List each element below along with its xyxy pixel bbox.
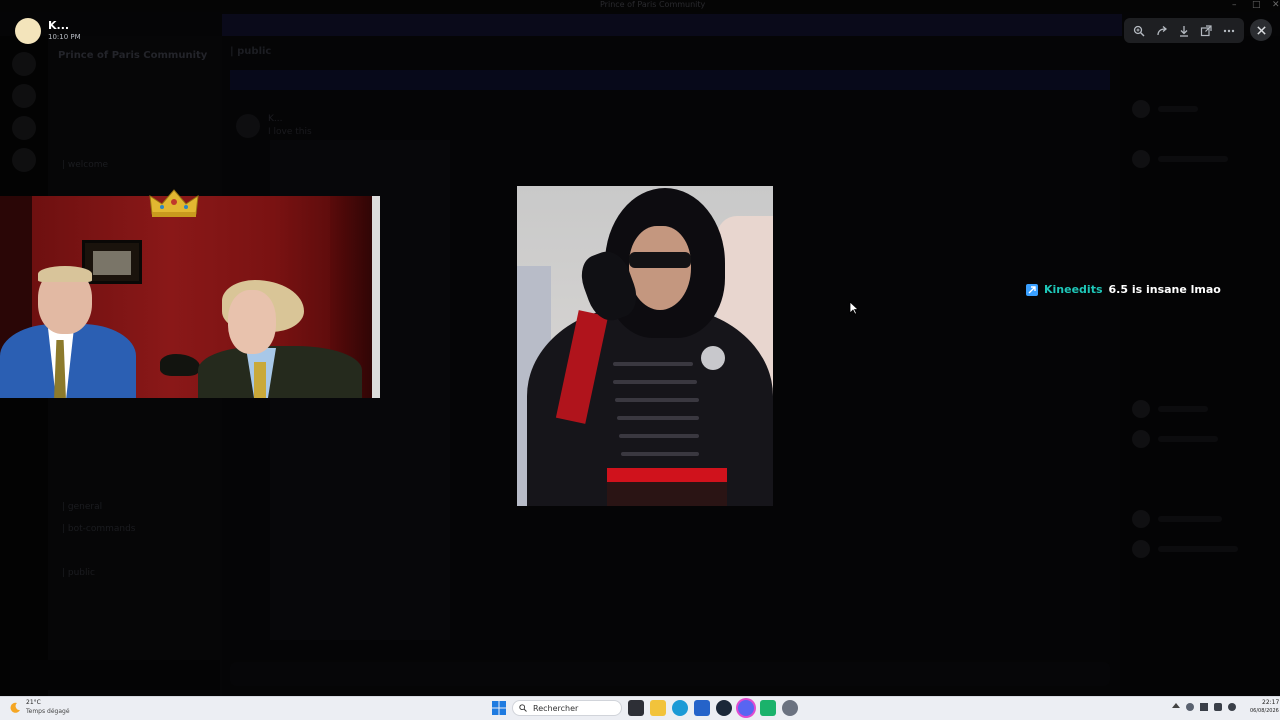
- image-braid: [619, 434, 699, 438]
- steam-icon[interactable]: [716, 700, 732, 716]
- message-composer[interactable]: [230, 662, 1110, 686]
- microphone-icon[interactable]: [1214, 703, 1222, 711]
- image-pants: [607, 482, 727, 506]
- viewer-image[interactable]: [517, 186, 773, 506]
- kick-badge-icon: [1026, 283, 1038, 296]
- image-braid: [615, 398, 699, 402]
- server-icon[interactable]: [12, 116, 36, 140]
- member-avatar[interactable]: [1132, 400, 1150, 418]
- streamer-right-head: [228, 290, 276, 354]
- new-messages-banner[interactable]: [230, 70, 1110, 90]
- channel-item[interactable]: | bot-commands: [62, 524, 136, 534]
- member-name[interactable]: [1158, 156, 1228, 162]
- member-avatar[interactable]: [1132, 430, 1150, 448]
- notice-bar: [222, 14, 1122, 36]
- message-author[interactable]: K...: [268, 114, 282, 124]
- member-name[interactable]: [1158, 406, 1208, 412]
- file-explorer-icon[interactable]: [650, 700, 666, 716]
- server-icon[interactable]: [12, 52, 36, 76]
- member-name[interactable]: [1158, 546, 1238, 552]
- server-name[interactable]: Prince of Paris Community: [58, 50, 207, 61]
- image-braid: [613, 362, 693, 366]
- member-name[interactable]: [1158, 436, 1218, 442]
- image-red-sash: [607, 468, 727, 482]
- channel-item[interactable]: | welcome: [62, 160, 108, 170]
- search-placeholder: Rechercher: [533, 703, 579, 713]
- user-panel: [10, 660, 220, 690]
- zoom-icon[interactable]: [1129, 21, 1149, 41]
- app-icon[interactable]: [760, 700, 776, 716]
- image-sunglasses: [629, 252, 691, 268]
- network-icon[interactable]: [1200, 703, 1208, 711]
- image-brooch: [701, 346, 725, 370]
- weather-description[interactable]: Temps dégagé: [26, 708, 70, 715]
- webcam-edge: [372, 196, 380, 398]
- image-braid: [613, 380, 697, 384]
- chat-message-text: 6.5 is insane lmao: [1108, 283, 1221, 296]
- download-icon[interactable]: [1174, 21, 1194, 41]
- streamer-left-hair: [38, 266, 92, 282]
- store-icon[interactable]: [694, 700, 710, 716]
- member-name[interactable]: [1158, 106, 1198, 112]
- stream-chat-message: Kineedits 6.5 is insane lmao: [1026, 283, 1221, 296]
- viewer-toolbar: [1124, 18, 1244, 43]
- close-icon[interactable]: [1250, 19, 1272, 41]
- channel-item[interactable]: | general: [62, 502, 102, 512]
- viewer-timestamp: 10:10 PM: [48, 33, 81, 41]
- taskbar-search[interactable]: Rechercher: [512, 700, 622, 716]
- share-icon[interactable]: [1152, 21, 1172, 41]
- image-face: [629, 226, 691, 310]
- discord-icon[interactable]: [738, 700, 754, 716]
- server-icon[interactable]: [12, 148, 36, 172]
- tray-expand-icon[interactable]: [1172, 703, 1180, 708]
- tray-app-icon[interactable]: [1186, 703, 1194, 711]
- edge-icon[interactable]: [672, 700, 688, 716]
- mouse-cursor-icon: [849, 301, 859, 315]
- volume-icon[interactable]: [1228, 703, 1236, 711]
- weather-temperature[interactable]: 21°C: [26, 699, 41, 706]
- viewer-author[interactable]: K...: [48, 19, 69, 32]
- chat-username: Kineedits: [1044, 283, 1103, 296]
- channel-item[interactable]: | public: [62, 568, 95, 578]
- member-avatar[interactable]: [1132, 510, 1150, 528]
- clock-date[interactable]: 06/08/2026: [1250, 708, 1279, 714]
- webcam-overlay: [0, 196, 380, 398]
- window-close-icon[interactable]: ✕: [1272, 0, 1280, 10]
- member-avatar[interactable]: [1132, 540, 1150, 558]
- chat-header: | public: [230, 46, 272, 57]
- maximize-icon[interactable]: □: [1252, 0, 1261, 10]
- avatar[interactable]: [236, 114, 260, 138]
- crown-icon: [149, 189, 199, 217]
- image-braid: [617, 416, 699, 420]
- member-avatar[interactable]: [1132, 150, 1150, 168]
- member-name[interactable]: [1158, 516, 1222, 522]
- clock-time[interactable]: 22:17: [1262, 699, 1279, 706]
- server-icon[interactable]: [12, 84, 36, 108]
- streamer-right-body: [198, 346, 362, 398]
- more-icon[interactable]: [1219, 21, 1239, 41]
- moon-weather-icon[interactable]: [8, 701, 22, 715]
- member-list: [1120, 36, 1280, 696]
- open-external-icon[interactable]: [1196, 21, 1216, 41]
- task-view-icon[interactable]: [628, 700, 644, 716]
- minimize-icon[interactable]: –: [1232, 0, 1237, 10]
- member-avatar[interactable]: [1132, 100, 1150, 118]
- window-title: Prince of Paris Community: [600, 0, 706, 9]
- search-icon: [519, 704, 527, 712]
- avatar[interactable]: [15, 18, 41, 44]
- message-text: I love this: [268, 127, 312, 137]
- image-braid: [621, 452, 699, 456]
- windows-start-icon[interactable]: [492, 701, 506, 715]
- streamer-right-tie: [254, 362, 266, 398]
- settings-icon[interactable]: [782, 700, 798, 716]
